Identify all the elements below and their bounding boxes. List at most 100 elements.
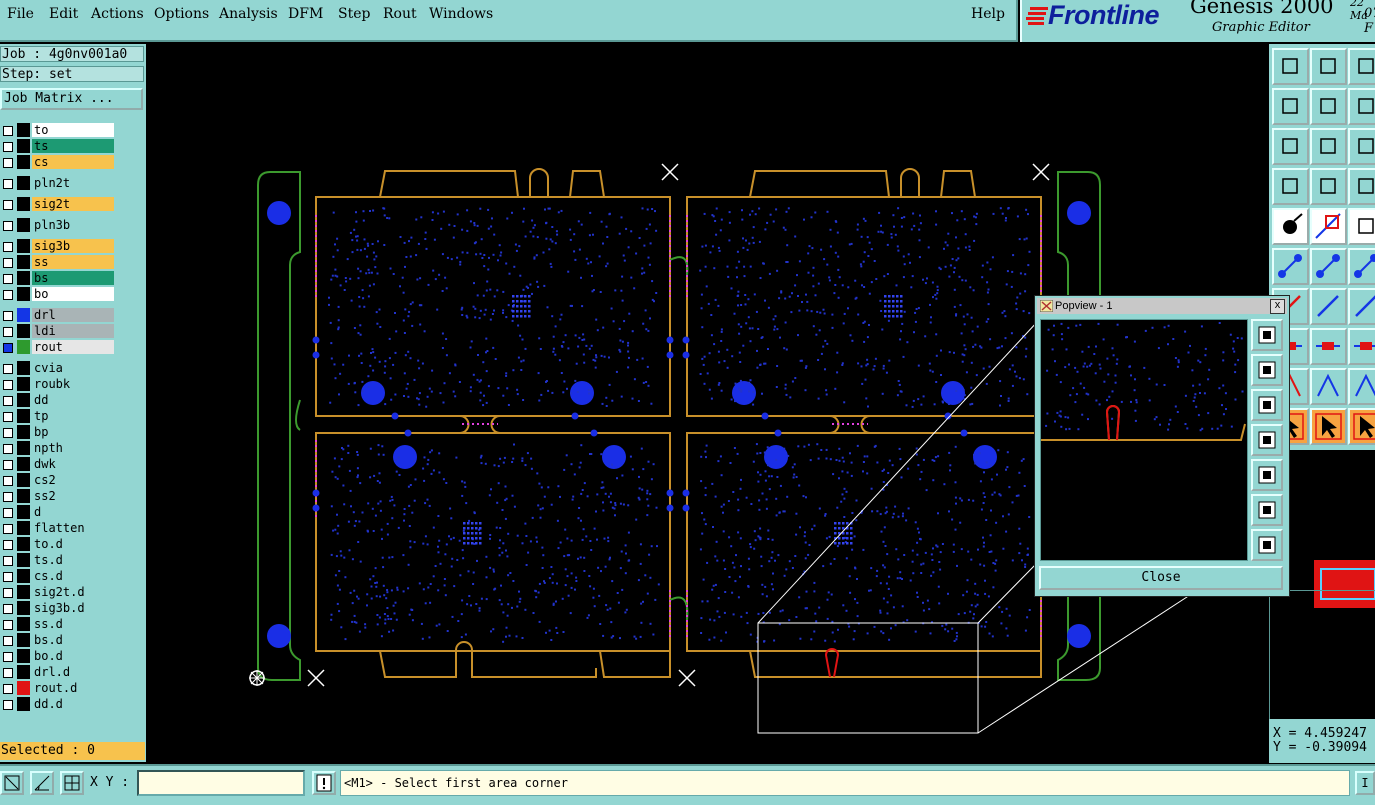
layer-checkbox[interactable] xyxy=(3,327,13,337)
tool-connect-button[interactable] xyxy=(1272,248,1309,285)
layer-name[interactable]: bo.d xyxy=(32,649,114,663)
layer-name[interactable]: pln3b xyxy=(32,218,114,232)
grid-snap-button[interactable] xyxy=(60,771,84,795)
layer-name[interactable]: ss2 xyxy=(32,489,114,503)
layer-row[interactable]: sig2t xyxy=(0,196,118,212)
menu-dfm[interactable]: DFM xyxy=(288,6,323,22)
layer-name[interactable]: to.d xyxy=(32,537,114,551)
layer-checkbox[interactable] xyxy=(3,524,13,534)
layer-name[interactable]: bp xyxy=(32,425,114,439)
popview-pan-down-button[interactable] xyxy=(1251,389,1283,421)
layer-checkbox[interactable] xyxy=(3,200,13,210)
layer-checkbox[interactable] xyxy=(3,556,13,566)
tool-page-top-button[interactable] xyxy=(1272,48,1309,85)
layer-checkbox[interactable] xyxy=(3,364,13,374)
layer-row[interactable]: ts.d xyxy=(0,552,118,568)
layer-row[interactable]: drl xyxy=(0,307,118,323)
layer-checkbox[interactable] xyxy=(3,221,13,231)
layer-checkbox[interactable] xyxy=(3,460,13,470)
tool-select-red-button[interactable] xyxy=(1310,208,1347,245)
popview-pan-left-button[interactable] xyxy=(1251,424,1283,456)
tool-curve-button[interactable] xyxy=(1348,288,1375,325)
menu-windows[interactable]: Windows xyxy=(429,6,493,22)
layer-name[interactable]: pln2t xyxy=(32,176,114,190)
layer-checkbox[interactable] xyxy=(3,311,13,321)
layer-row[interactable]: bp xyxy=(0,424,118,440)
layer-checkbox[interactable] xyxy=(3,158,13,168)
menu-edit[interactable]: Edit xyxy=(49,6,78,22)
layer-name[interactable]: cs.d xyxy=(32,569,114,583)
layer-name[interactable]: ldi xyxy=(32,324,114,338)
layer-row[interactable]: drl.d xyxy=(0,664,118,680)
job-matrix-button[interactable]: Job Matrix ... xyxy=(0,88,143,110)
layer-row[interactable]: bo.d xyxy=(0,648,118,664)
layer-row[interactable]: npth xyxy=(0,440,118,456)
popview-close-button[interactable]: Close xyxy=(1039,566,1283,590)
layer-name[interactable]: drl.d xyxy=(32,665,114,679)
layer-checkbox[interactable] xyxy=(3,700,13,710)
popview-pan-right-button[interactable] xyxy=(1251,459,1283,491)
layer-name[interactable]: sig3b xyxy=(32,239,114,253)
layer-row[interactable]: cs xyxy=(0,154,118,170)
layer-name[interactable]: ss xyxy=(32,255,114,269)
layer-name[interactable]: rout.d xyxy=(32,681,114,695)
popview-zoom-out-button[interactable] xyxy=(1251,529,1283,561)
menu-file[interactable]: File xyxy=(7,6,34,22)
popview-pan-up-button[interactable] xyxy=(1251,354,1283,386)
layer-name[interactable]: sig3b.d xyxy=(32,601,114,615)
layer-name[interactable]: ts xyxy=(32,139,114,153)
layer-row[interactable]: dwk xyxy=(0,456,118,472)
layer-row[interactable]: ts xyxy=(0,138,118,154)
layer-row[interactable]: d xyxy=(0,504,118,520)
layer-row[interactable]: cs.d xyxy=(0,568,118,584)
layer-row[interactable]: rout.d xyxy=(0,680,118,696)
layer-checkbox[interactable] xyxy=(3,412,13,422)
tool-scale-button[interactable] xyxy=(1348,128,1375,165)
layer-row[interactable]: sig3b.d xyxy=(0,600,118,616)
layer-checkbox[interactable] xyxy=(3,492,13,502)
layer-checkbox[interactable] xyxy=(3,636,13,646)
layer-row[interactable]: bo xyxy=(0,286,118,302)
tool-fit-center-button[interactable] xyxy=(1310,128,1347,165)
tool-triangle-button[interactable] xyxy=(1348,368,1375,405)
xy-input[interactable] xyxy=(137,770,305,796)
layer-row[interactable]: ss2 xyxy=(0,488,118,504)
layer-row[interactable]: roubk xyxy=(0,376,118,392)
layer-name[interactable]: sig2t xyxy=(32,197,114,211)
layer-name[interactable]: rout xyxy=(32,340,114,354)
layer-checkbox[interactable] xyxy=(3,668,13,678)
layer-row[interactable]: cvia xyxy=(0,360,118,376)
layer-name[interactable]: bs.d xyxy=(32,633,114,647)
layer-checkbox[interactable] xyxy=(3,396,13,406)
layer-checkbox[interactable] xyxy=(3,508,13,518)
tool-net-button[interactable] xyxy=(1348,168,1375,205)
layer-row[interactable]: flatten xyxy=(0,520,118,536)
layer-name[interactable]: roubk xyxy=(32,377,114,391)
layer-row[interactable]: sig2t.d xyxy=(0,584,118,600)
layer-row[interactable]: bs xyxy=(0,270,118,286)
layer-row[interactable]: ldi xyxy=(0,323,118,339)
popview-titlebar[interactable]: Popview - 1 x xyxy=(1037,298,1287,314)
layer-row[interactable]: tp xyxy=(0,408,118,424)
layer-name[interactable]: bo xyxy=(32,287,114,301)
tool-dash-button[interactable] xyxy=(1310,328,1347,365)
tool-ruler-button[interactable] xyxy=(1348,208,1375,245)
layer-row[interactable]: ss.d xyxy=(0,616,118,632)
layer-checkbox[interactable] xyxy=(3,343,13,353)
zoom-area-button[interactable] xyxy=(0,771,24,795)
layer-checkbox[interactable] xyxy=(3,380,13,390)
layer-name[interactable]: dwk xyxy=(32,457,114,471)
layer-checkbox[interactable] xyxy=(3,274,13,284)
tool-home-button[interactable] xyxy=(1348,48,1375,85)
layer-name[interactable]: ts.d xyxy=(32,553,114,567)
layer-name[interactable]: flatten xyxy=(32,521,114,535)
layer-name[interactable]: sig2t.d xyxy=(32,585,114,599)
popview-close-x[interactable]: x xyxy=(1270,299,1285,314)
menu-actions[interactable]: Actions xyxy=(91,6,144,22)
popview-screen[interactable] xyxy=(1040,319,1248,561)
layer-checkbox[interactable] xyxy=(3,588,13,598)
tool-line-tool-button[interactable] xyxy=(1348,248,1375,285)
layer-name[interactable]: cvia xyxy=(32,361,114,375)
tool-cross-node-button[interactable] xyxy=(1310,248,1347,285)
layer-checkbox[interactable] xyxy=(3,444,13,454)
